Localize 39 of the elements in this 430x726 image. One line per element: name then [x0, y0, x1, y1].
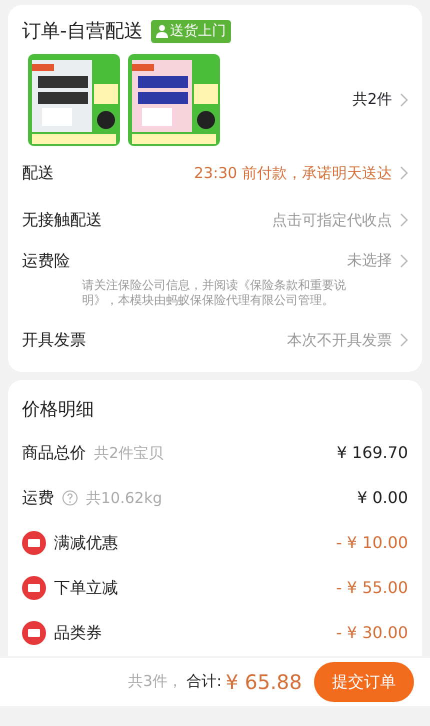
row-value[interactable]: 未选择 — [347, 249, 392, 272]
delivery-tag: 送货上门 — [150, 20, 231, 43]
price-amount: ¥ 169.70 — [336, 442, 408, 464]
chevron-icon — [400, 92, 408, 106]
price-label: 商品总价 — [22, 442, 86, 464]
total-label: 合计: — [186, 671, 222, 692]
price-note: 共2件宝贝 — [94, 442, 164, 464]
insurance-note: 请关注保险公司信息，并阅读《保险条款和重要说明》，本模块由蚂蚁保保险代理有限公司管理。 — [81, 278, 347, 309]
price-label: 品类券 — [54, 622, 102, 644]
section-title: 价格明细 — [22, 398, 95, 422]
row-value[interactable]: 点击可指定代收点 — [272, 208, 392, 232]
row-label: 运费险 — [22, 250, 70, 272]
row-label: 开具发票 — [22, 329, 86, 352]
price-label: 运费 — [22, 487, 54, 510]
order-title: 订单-自营配送 — [22, 19, 143, 44]
item-count[interactable]: 共2件 — [352, 88, 392, 111]
coupon-icon — [22, 576, 46, 600]
chevron-icon — [400, 254, 408, 268]
price-amount: - ¥ 10.00 — [336, 532, 408, 554]
total-amount: ¥ 65.88 — [226, 668, 302, 696]
price-label: 满减优惠 — [54, 532, 118, 554]
price-note: 共10.62kg — [86, 488, 162, 509]
price-amount: - ¥ 55.00 — [336, 577, 408, 600]
chevron-icon — [400, 166, 408, 180]
price-amount: - ¥ 30.00 — [336, 622, 408, 644]
price-label: 下单立减 — [54, 577, 118, 600]
row-label: 无接触配送 — [22, 209, 102, 231]
row-value[interactable]: 23:30 前付款，承诺明天送达 — [194, 162, 392, 184]
coupon-icon — [22, 531, 46, 556]
chevron-icon — [400, 213, 408, 227]
chevron-icon — [400, 333, 408, 348]
item-total-count: 共3件， — [128, 671, 183, 692]
row-label: 配送 — [22, 162, 54, 184]
price-amount: ¥ 0.00 — [357, 487, 408, 510]
row-value[interactable]: 本次不开具发票 — [287, 328, 392, 352]
coupon-icon — [22, 621, 46, 646]
help-icon[interactable] — [62, 490, 78, 506]
submit-order-button[interactable]: 提交订单 — [314, 662, 414, 702]
person-icon — [156, 24, 168, 38]
